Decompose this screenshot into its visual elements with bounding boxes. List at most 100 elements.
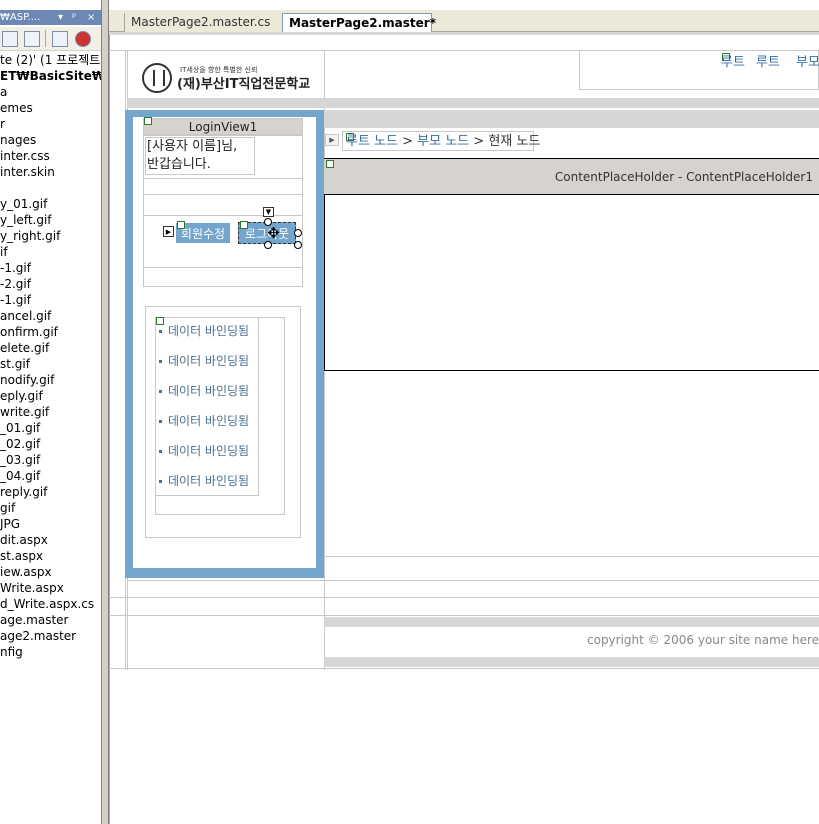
solution-item[interactable]: dit.aspx [0, 532, 101, 548]
solution-item[interactable]: _03.gif [0, 452, 101, 468]
breadcrumb-parent[interactable]: 부모 노드 [417, 134, 469, 149]
resize-handle[interactable] [264, 241, 272, 249]
show-all-files-icon[interactable] [24, 31, 40, 47]
solution-item[interactable]: nages [0, 132, 101, 148]
document-tab-bar: MasterPage2.master.cs MasterPage2.master… [109, 10, 819, 32]
welcome-line-1: [사용자 이름]님, [147, 139, 238, 154]
solution-item[interactable]: nfig [0, 644, 101, 660]
nav-link-root-2[interactable]: 루트 [756, 51, 780, 70]
toolbar-separator [45, 30, 46, 47]
loginview-header[interactable]: LoginView1 [143, 118, 303, 135]
solution-item[interactable]: inter.skin [0, 164, 101, 180]
tab-masterpage2-master[interactable]: MasterPage2.master* [282, 13, 436, 32]
refresh-icon[interactable] [52, 31, 68, 47]
breadcrumb-bar [324, 110, 819, 128]
solution-item[interactable]: gif [0, 500, 101, 516]
smart-tag-marker [326, 160, 334, 168]
solution-item[interactable]: write.gif [0, 404, 101, 420]
content-placeholder-header[interactable]: ContentPlaceHolder - ContentPlaceHolder1 [324, 158, 819, 194]
solution-item[interactable]: -1.gif [0, 292, 101, 308]
top-nav-box [579, 50, 819, 90]
resize-handle[interactable] [294, 241, 302, 249]
divider [109, 32, 819, 35]
move-cursor-icon: ✥ [267, 224, 280, 242]
solution-item[interactable]: r [0, 116, 101, 132]
breadcrumb-root[interactable]: 루트 노드 [346, 134, 398, 149]
menu-item[interactable]: 데이터 바인딩됨 [159, 382, 249, 399]
solution-item[interactable]: onfirm.gif [0, 324, 101, 340]
nav-link-parent[interactable]: 부모 [796, 51, 819, 70]
panel-splitter[interactable] [101, 0, 109, 824]
solution-item[interactable]: age2.master [0, 628, 101, 644]
breadcrumb-separator: > [473, 134, 485, 149]
loginview-row-divider [143, 215, 303, 216]
solution-item[interactable]: -1.gif [0, 260, 101, 276]
solution-explorer-title: ₩ASP.... [0, 12, 41, 23]
solution-item[interactable]: emes [0, 100, 101, 116]
solution-item[interactable]: JPG [0, 516, 101, 532]
solution-item[interactable]: _02.gif [0, 436, 101, 452]
breadcrumb-current: 현재 노드 [488, 134, 541, 149]
breadcrumb-separator: > [402, 134, 414, 149]
solution-item[interactable]: te (2)' (1 프로젝트 [0, 52, 101, 68]
welcome-line-2: 반갑습니다. [147, 157, 211, 172]
smart-tag-marker [177, 221, 185, 229]
solution-item[interactable]: iew.aspx [0, 564, 101, 580]
solution-item[interactable]: y_01.gif [0, 196, 101, 212]
menu-item[interactable]: 데이터 바인딩됨 [159, 322, 249, 339]
divider [109, 615, 819, 616]
divider [127, 580, 819, 581]
solution-item[interactable]: eply.gif [0, 388, 101, 404]
solution-item[interactable]: y_left.gif [0, 212, 101, 228]
view-designer-icon[interactable] [75, 31, 91, 47]
smart-tag-marker [240, 221, 248, 229]
solution-item[interactable]: elete.gif [0, 340, 101, 356]
solution-explorer-panel: ₩ASP.... ▾ ᵖ × te (2)' (1 프로젝트 ET₩BasicSi… [0, 0, 101, 824]
loginview-row-divider [143, 194, 303, 195]
solution-explorer-titlebar[interactable]: ₩ASP.... ▾ ᵖ × [0, 10, 101, 25]
properties-icon[interactable] [2, 31, 18, 47]
solution-item[interactable]: inter.css [0, 148, 101, 164]
solution-item[interactable]: reply.gif [0, 484, 101, 500]
footer-spacer [324, 617, 819, 627]
divider [324, 556, 819, 557]
expand-arrow-icon[interactable]: ▶ [325, 134, 339, 146]
solution-item[interactable]: Write.aspx [0, 580, 101, 596]
close-icon[interactable]: × [87, 10, 95, 25]
solution-item[interactable]: _01.gif [0, 420, 101, 436]
menu-item[interactable]: 데이터 바인딩됨 [159, 412, 249, 429]
solution-item[interactable]: y_right.gif [0, 228, 101, 244]
solution-item[interactable]: a [0, 84, 101, 100]
solution-item[interactable]: st.gif [0, 356, 101, 372]
bullet-icon [159, 420, 162, 423]
solution-item[interactable]: -2.gif [0, 276, 101, 292]
solution-item[interactable]: d_Write.aspx.cs [0, 596, 101, 612]
loginview-row-divider [143, 267, 303, 268]
content-placeholder-body[interactable] [324, 194, 819, 371]
solution-item[interactable]: _04.gif [0, 468, 101, 484]
loginview-row-divider [143, 178, 303, 179]
solution-item[interactable]: age.master [0, 612, 101, 628]
menu-item[interactable]: 데이터 바인딩됨 [159, 442, 249, 459]
resize-handle[interactable] [264, 218, 272, 226]
bullet-icon [159, 480, 162, 483]
logo-school-name: (재)부산IT직업전문학교 [177, 77, 311, 92]
tab-masterpage2-cs[interactable]: MasterPage2.master.cs [124, 13, 282, 32]
nav-link-root[interactable]: 루트 [721, 51, 745, 70]
pin-icon[interactable]: ᵖ [72, 10, 76, 25]
play-icon[interactable]: ▶ [163, 226, 174, 237]
dropdown-icon[interactable]: ▾ [58, 10, 63, 25]
resize-handle[interactable] [294, 229, 302, 237]
chevron-down-icon[interactable]: ▼ [263, 207, 274, 217]
menu-item[interactable]: 데이터 바인딩됨 [159, 472, 249, 489]
welcome-message: [사용자 이름]님, 반갑습니다. [145, 137, 255, 175]
solution-item[interactable]: st.aspx [0, 548, 101, 564]
solution-item[interactable]: nodify.gif [0, 372, 101, 388]
solution-item[interactable]: if [0, 244, 101, 260]
bullet-icon [159, 450, 162, 453]
solution-item[interactable]: ancel.gif [0, 308, 101, 324]
header-spacer [127, 98, 819, 108]
bullet-icon [159, 330, 162, 333]
menu-item[interactable]: 데이터 바인딩됨 [159, 352, 249, 369]
solution-item[interactable]: ET₩BasicSite₩ [0, 68, 101, 84]
